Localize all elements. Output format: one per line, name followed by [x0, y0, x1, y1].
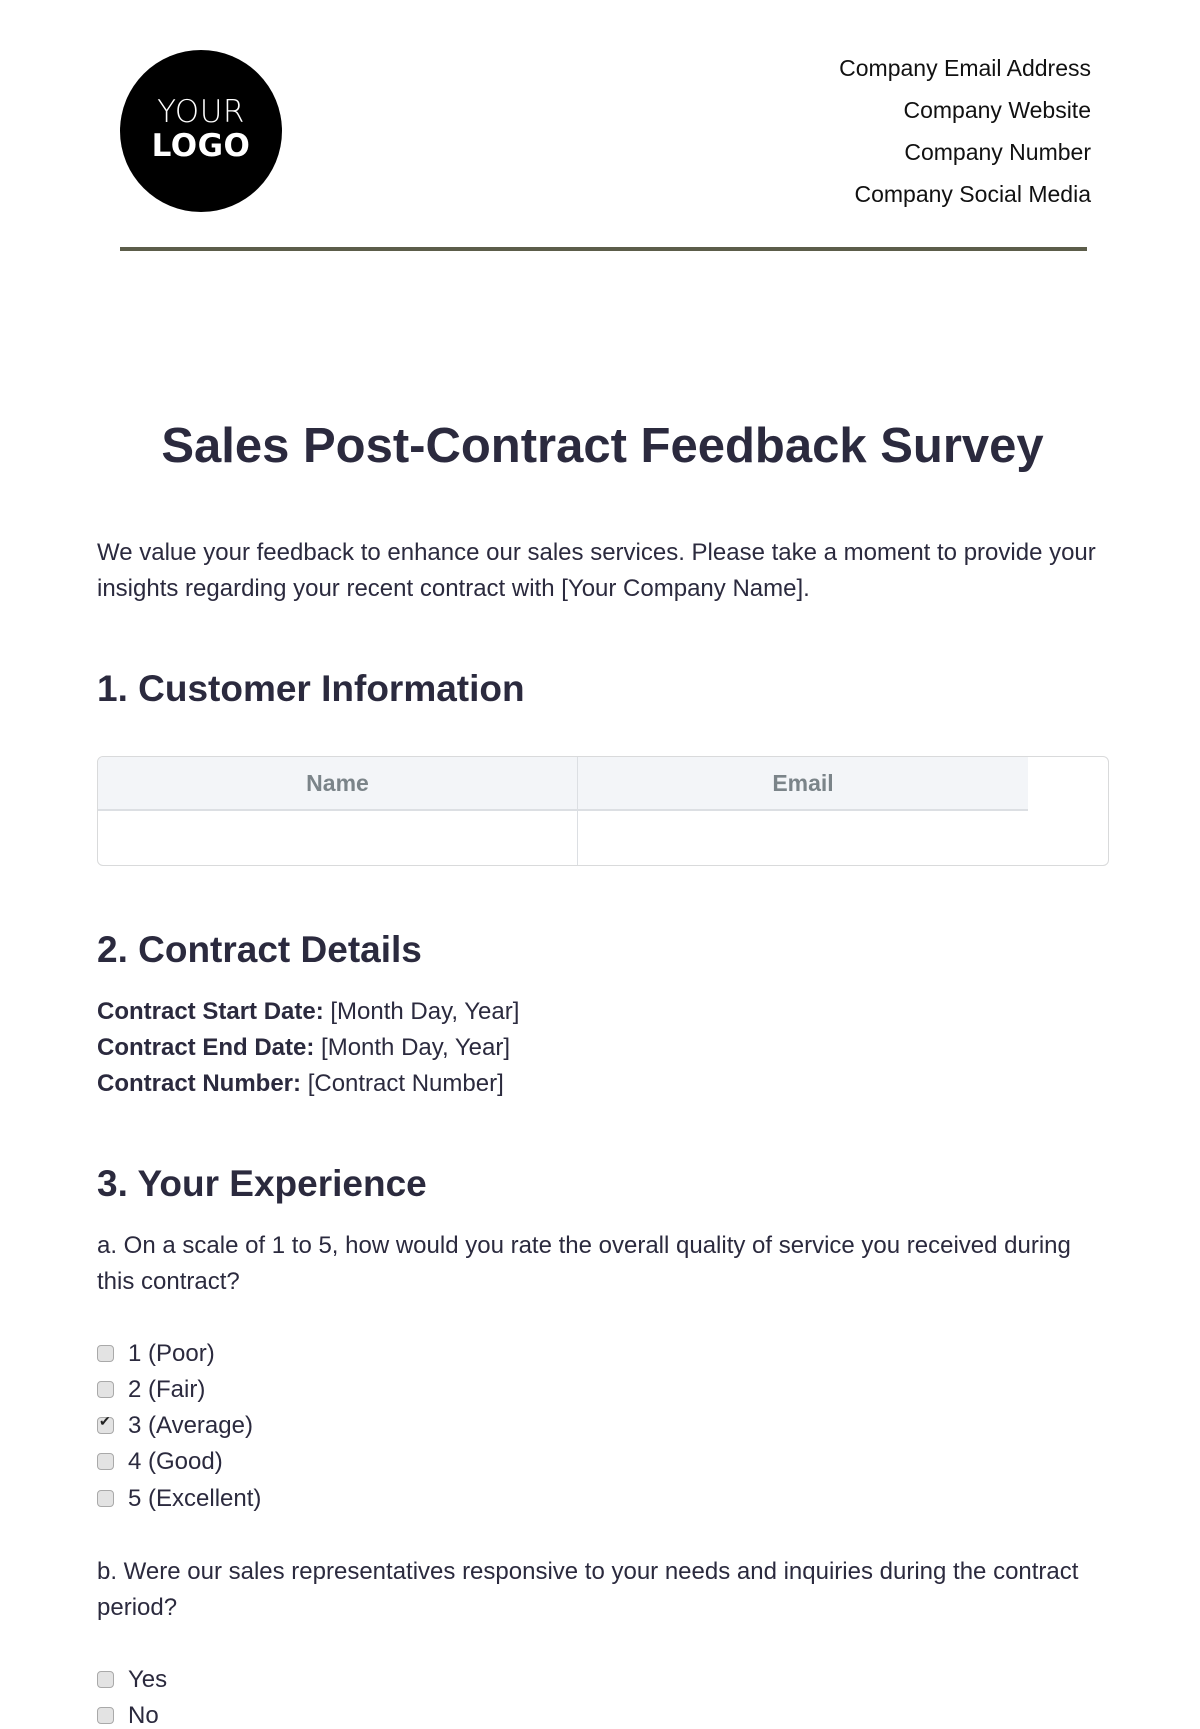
header-divider [120, 247, 1087, 251]
option-label-rating-2: 2 (Fair) [128, 1376, 206, 1403]
logo-text-logo: LOGO [151, 128, 251, 164]
checkmark-icon: ✔ [99, 1413, 111, 1429]
page-title: Sales Post-Contract Feedback Survey [161, 419, 1044, 473]
logo-text-your: YOUR [157, 94, 245, 130]
checkbox-yes[interactable] [97, 1671, 114, 1688]
table-cell-name[interactable] [98, 813, 577, 865]
checkbox-rating-4[interactable] [97, 1453, 114, 1470]
contract-start-date-label: Contract Start Date: [97, 998, 324, 1025]
company-logo: YOUR LOGO [120, 50, 282, 212]
option-label-rating-4: 4 (Good) [128, 1448, 223, 1475]
checkbox-rating-1[interactable] [97, 1345, 114, 1362]
checkbox-rating-2[interactable] [97, 1381, 114, 1398]
checkbox-rating-3[interactable]: ✔ [97, 1413, 114, 1434]
option-label-rating-1: 1 (Poor) [128, 1340, 215, 1367]
customer-info-table: Name Email [97, 756, 1109, 866]
question-b-text: b. Were our sales representatives respon… [97, 1558, 1079, 1621]
contract-number-line: Contract Number: [Contract Number] [97, 1066, 1117, 1102]
question-a-text: a. On a scale of 1 to 5, how would you r… [97, 1232, 1071, 1295]
contract-number-value: [Contract Number] [307, 1070, 504, 1097]
contract-end-date-line: Contract End Date: [Month Day, Year] [97, 1030, 1117, 1066]
contract-start-date-value: [Month Day, Year] [330, 998, 520, 1025]
option-label-rating-5: 5 (Excellent) [128, 1485, 262, 1512]
company-website: Company Website [903, 97, 1092, 123]
contract-number-label: Contract Number: [97, 1070, 302, 1097]
company-social-media: Company Social Media [854, 181, 1091, 207]
section-heading-contract-details: 2. Contract Details [97, 929, 422, 970]
company-number: Company Number [904, 139, 1091, 165]
contract-end-date-value: [Month Day, Year] [321, 1034, 511, 1061]
contract-start-date-line: Contract Start Date: [Month Day, Year] [97, 994, 1117, 1030]
section-heading-customer-information: 1. Customer Information [97, 668, 525, 709]
table-cell-email[interactable] [578, 813, 1108, 865]
intro-paragraph: We value your feedback to enhance our sa… [97, 539, 1096, 602]
option-label-no: No [128, 1702, 159, 1729]
section-heading-your-experience: 3. Your Experience [97, 1163, 427, 1204]
checkbox-rating-5[interactable] [97, 1490, 114, 1507]
option-label-yes: Yes [128, 1666, 168, 1693]
company-email: Company Email Address [839, 55, 1091, 81]
contract-end-date-label: Contract End Date: [97, 1034, 315, 1061]
checkbox-no[interactable] [97, 1707, 114, 1724]
option-label-rating-3: 3 (Average) [128, 1412, 253, 1439]
table-header-name: Name [98, 757, 577, 811]
table-header-email: Email [578, 757, 1028, 811]
